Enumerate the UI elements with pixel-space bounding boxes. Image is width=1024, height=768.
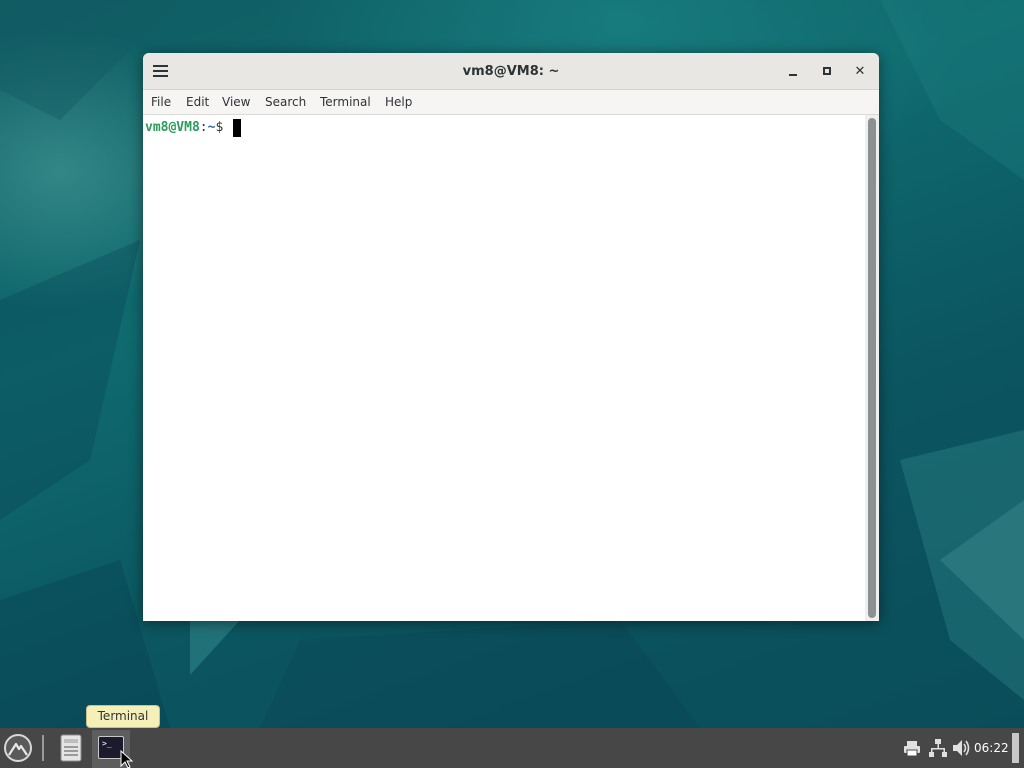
app-menu-logo-icon (4, 734, 32, 762)
menu-file[interactable]: File (151, 90, 171, 114)
menu-bar: File Edit View Search Terminal Help (143, 90, 879, 115)
menu-terminal[interactable]: Terminal (320, 90, 371, 114)
scrollbar-thumb[interactable] (868, 118, 876, 618)
terminal-text-area[interactable]: vm8@VM8:~$ (143, 115, 865, 621)
menu-view[interactable]: View (222, 90, 250, 114)
maximize-button[interactable] (817, 62, 837, 82)
window-title: vm8@VM8: ~ (462, 64, 560, 79)
terminal-window[interactable]: vm8@VM8: ~ ✕ File Edit View Search Termi… (143, 53, 879, 621)
menu-edit[interactable]: Edit (186, 90, 209, 114)
file-manager-icon (60, 734, 82, 762)
file-manager-launcher[interactable] (58, 732, 84, 764)
taskbar: >_ 06:22 (0, 728, 1024, 768)
printer-icon[interactable] (903, 738, 921, 758)
terminal-icon-text: >_ (102, 739, 112, 748)
text-cursor (233, 119, 242, 137)
prompt-user: vm8@VM8 (145, 120, 200, 135)
minimize-icon (789, 74, 797, 76)
prompt-colon: : (199, 120, 208, 135)
vertical-scrollbar[interactable] (865, 115, 879, 621)
clock[interactable]: 06:22 (974, 728, 1009, 768)
taskbar-separator (42, 735, 44, 761)
prompt-symbol: $ (215, 120, 232, 135)
volume-icon[interactable] (951, 738, 971, 758)
network-icon[interactable] (929, 738, 947, 758)
close-button[interactable]: ✕ (850, 62, 870, 82)
menu-search[interactable]: Search (265, 90, 306, 114)
taskbar-tooltip: Terminal (86, 705, 160, 728)
prompt-line: vm8@VM8:~$ (145, 119, 242, 137)
minimize-button[interactable] (783, 62, 803, 82)
close-icon: ✕ (854, 64, 866, 79)
maximize-icon (823, 67, 831, 75)
menu-help[interactable]: Help (385, 90, 412, 114)
window-titlebar[interactable]: vm8@VM8: ~ ✕ (143, 53, 879, 90)
start-menu-button[interactable] (3, 733, 33, 763)
show-desktop-button[interactable] (1012, 733, 1019, 763)
mouse-pointer-icon (120, 750, 134, 768)
